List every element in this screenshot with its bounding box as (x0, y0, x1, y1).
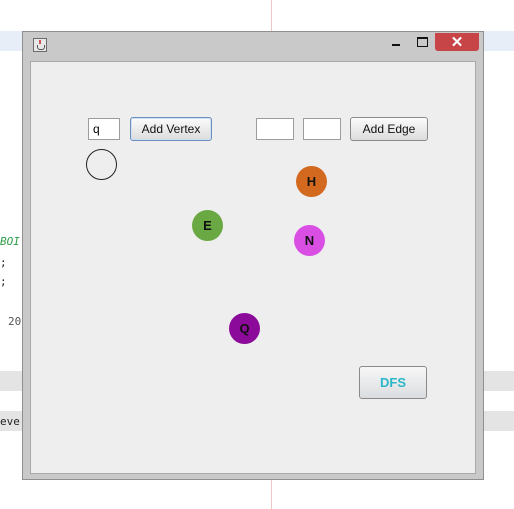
vertex-label: Q (239, 321, 250, 336)
edge-from-input[interactable] (256, 118, 294, 140)
title-bar[interactable]: ✕ (23, 32, 483, 58)
dfs-button[interactable]: DFS (359, 366, 427, 399)
background-code-line: BOI (0, 235, 20, 248)
vertex-name-input[interactable] (88, 118, 120, 140)
java-app-icon[interactable] (33, 38, 47, 52)
background-code-line: ; (0, 256, 7, 269)
background-code-line: ; (0, 275, 7, 288)
vertex-label: N (304, 233, 315, 248)
close-button[interactable]: ✕ (435, 33, 479, 51)
minimize-icon (392, 44, 400, 46)
vertex-e[interactable]: E (192, 210, 223, 241)
maximize-icon (416, 37, 428, 47)
vertex-empty[interactable] (86, 149, 117, 180)
graph-panel[interactable]: Add Vertex Add Edge H E N Q DFS (30, 61, 476, 474)
maximize-button[interactable] (409, 33, 435, 51)
background-code-line: 20 (8, 315, 22, 328)
add-edge-button[interactable]: Add Edge (350, 117, 428, 141)
vertex-h[interactable]: H (296, 166, 327, 197)
minimize-button[interactable] (383, 33, 409, 51)
app-window: ✕ Add Vertex Add Edge H E N Q DFS (22, 31, 484, 480)
vertex-q[interactable]: Q (229, 313, 260, 344)
add-vertex-button[interactable]: Add Vertex (130, 117, 212, 141)
background-code-line: eve (0, 415, 20, 428)
vertex-label: E (203, 218, 212, 233)
vertex-n[interactable]: N (294, 225, 325, 256)
vertex-label: H (306, 174, 317, 189)
close-icon: ✕ (450, 34, 464, 51)
edge-to-input[interactable] (303, 118, 341, 140)
